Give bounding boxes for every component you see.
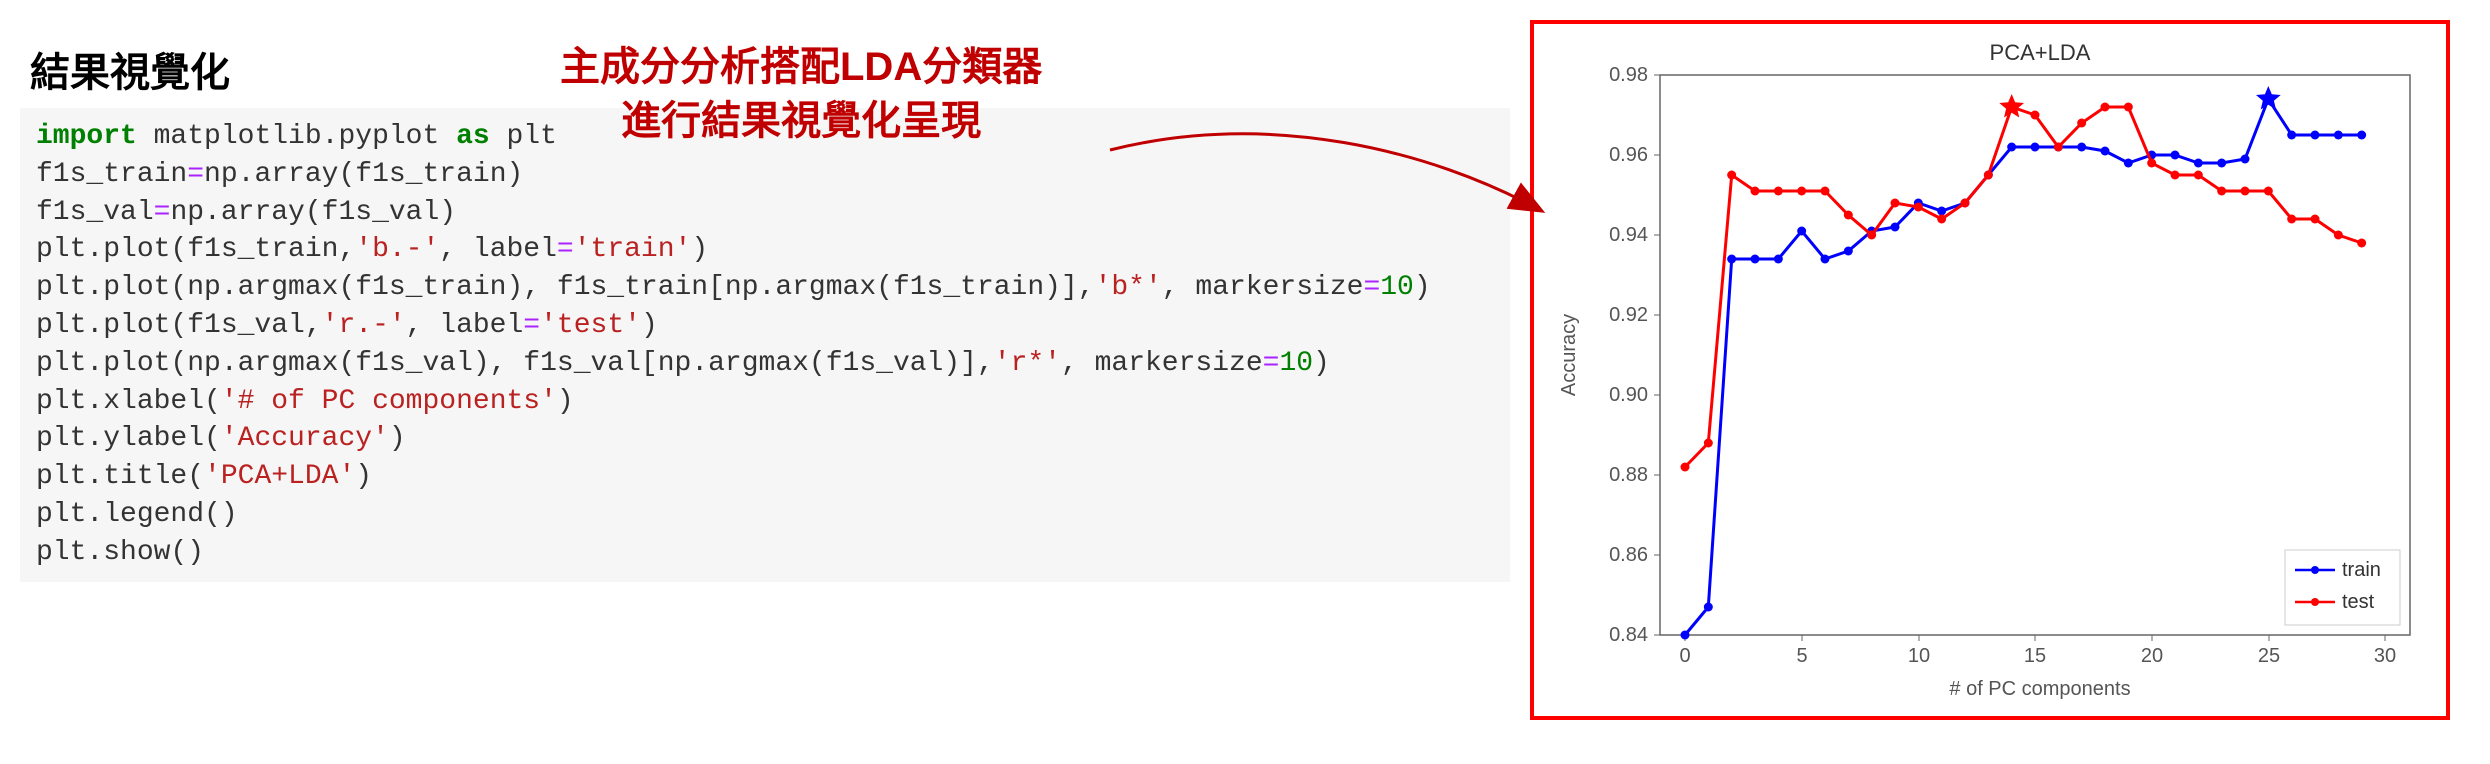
ytick-label: 0.86 [1609,544,1648,566]
code-text: plt.plot(f1s_train, [36,234,355,265]
chart-container: PCA+LDA 0.84 0.86 0.88 0.90 0.92 0.94 0.… [1530,20,2450,720]
code-text: plt [490,121,557,152]
code-str: 'train' [574,234,692,265]
left-column: 結果視覺化 主成分分析搭配LDA分類器 進行結果視覺化呈現 import mat… [20,20,1510,582]
legend: train test [2285,550,2400,625]
op-equals: = [523,310,540,341]
x-axis-ticks: 0 5 10 15 20 25 30 [1679,635,2396,667]
code-str: 'test' [540,310,641,341]
xtick-label: 25 [2258,645,2280,667]
code-text: ) [355,461,372,492]
star-train [2256,86,2281,110]
ytick-label: 0.98 [1609,64,1648,86]
chart-svg: PCA+LDA 0.84 0.86 0.88 0.90 0.92 0.94 0.… [1540,30,2440,710]
code-str: 'b.-' [355,234,439,265]
star-test [1999,94,2024,118]
code-text: plt.legend() [36,499,238,530]
xtick-label: 30 [2374,645,2396,667]
code-text: f1s_train [36,159,187,190]
annotation-text: 主成分分析搭配LDA分類器 進行結果視覺化呈現 [560,40,1042,148]
code-num: 10 [1279,348,1313,379]
chart-title: PCA+LDA [1990,40,2091,65]
op-equals: = [154,197,171,228]
code-text: , label [439,234,557,265]
xtick-label: 15 [2024,645,2046,667]
code-str: 'b*' [1095,272,1162,303]
y-axis-label: Accuracy [1558,314,1580,396]
code-str: '# of PC components' [221,386,557,417]
kw-as: as [456,121,490,152]
code-block: import matplotlib.pyplot as plt f1s_trai… [20,108,1510,582]
code-text: plt.plot(np.argmax(f1s_val), f1s_val[np.… [36,348,994,379]
annotation-line-1: 主成分分析搭配LDA分類器 [560,45,1042,89]
ytick-label: 0.84 [1609,624,1648,646]
xtick-label: 5 [1796,645,1807,667]
op-equals: = [187,159,204,190]
code-text: f1s_val [36,197,154,228]
code-text: ) [641,310,658,341]
ytick-label: 0.96 [1609,144,1648,166]
code-text: ) [557,386,574,417]
ytick-label: 0.92 [1609,304,1648,326]
xtick-label: 0 [1679,645,1690,667]
annotation-line-2: 進行結果視覺化呈現 [621,99,981,143]
code-text: plt.show() [36,537,204,568]
code-num: 10 [1380,272,1414,303]
code-text: ) [691,234,708,265]
op-equals: = [557,234,574,265]
kw-import: import [36,121,137,152]
series-train [1681,95,2367,640]
code-text: plt.plot(f1s_val, [36,310,322,341]
code-text: matplotlib.pyplot [137,121,456,152]
series-test [1681,103,2367,472]
ytick-label: 0.88 [1609,464,1648,486]
legend-test-label: test [2342,591,2375,613]
code-text: , markersize [1162,272,1364,303]
code-text: plt.ylabel( [36,423,221,454]
code-text: , markersize [1061,348,1263,379]
code-text: ) [1414,272,1431,303]
code-str: 'PCA+LDA' [204,461,355,492]
code-text: np.array(f1s_val) [170,197,456,228]
xtick-label: 10 [1908,645,1930,667]
xtick-label: 20 [2141,645,2163,667]
ytick-label: 0.94 [1609,224,1648,246]
code-text: , label [406,310,524,341]
x-axis-label: # of PC components [1949,678,2130,700]
op-equals: = [1363,272,1380,303]
code-text: ) [1313,348,1330,379]
code-str: 'r*' [994,348,1061,379]
code-str: 'Accuracy' [221,423,389,454]
code-text: plt.xlabel( [36,386,221,417]
code-text: plt.title( [36,461,204,492]
legend-train-label: train [2342,559,2381,581]
code-str: 'r.-' [322,310,406,341]
code-text: ) [389,423,406,454]
ytick-label: 0.90 [1609,384,1648,406]
op-equals: = [1263,348,1280,379]
y-axis-ticks: 0.84 0.86 0.88 0.90 0.92 0.94 0.96 0.98 [1609,64,1660,646]
code-text: np.array(f1s_train) [204,159,523,190]
code-text: plt.plot(np.argmax(f1s_train), f1s_train… [36,272,1095,303]
